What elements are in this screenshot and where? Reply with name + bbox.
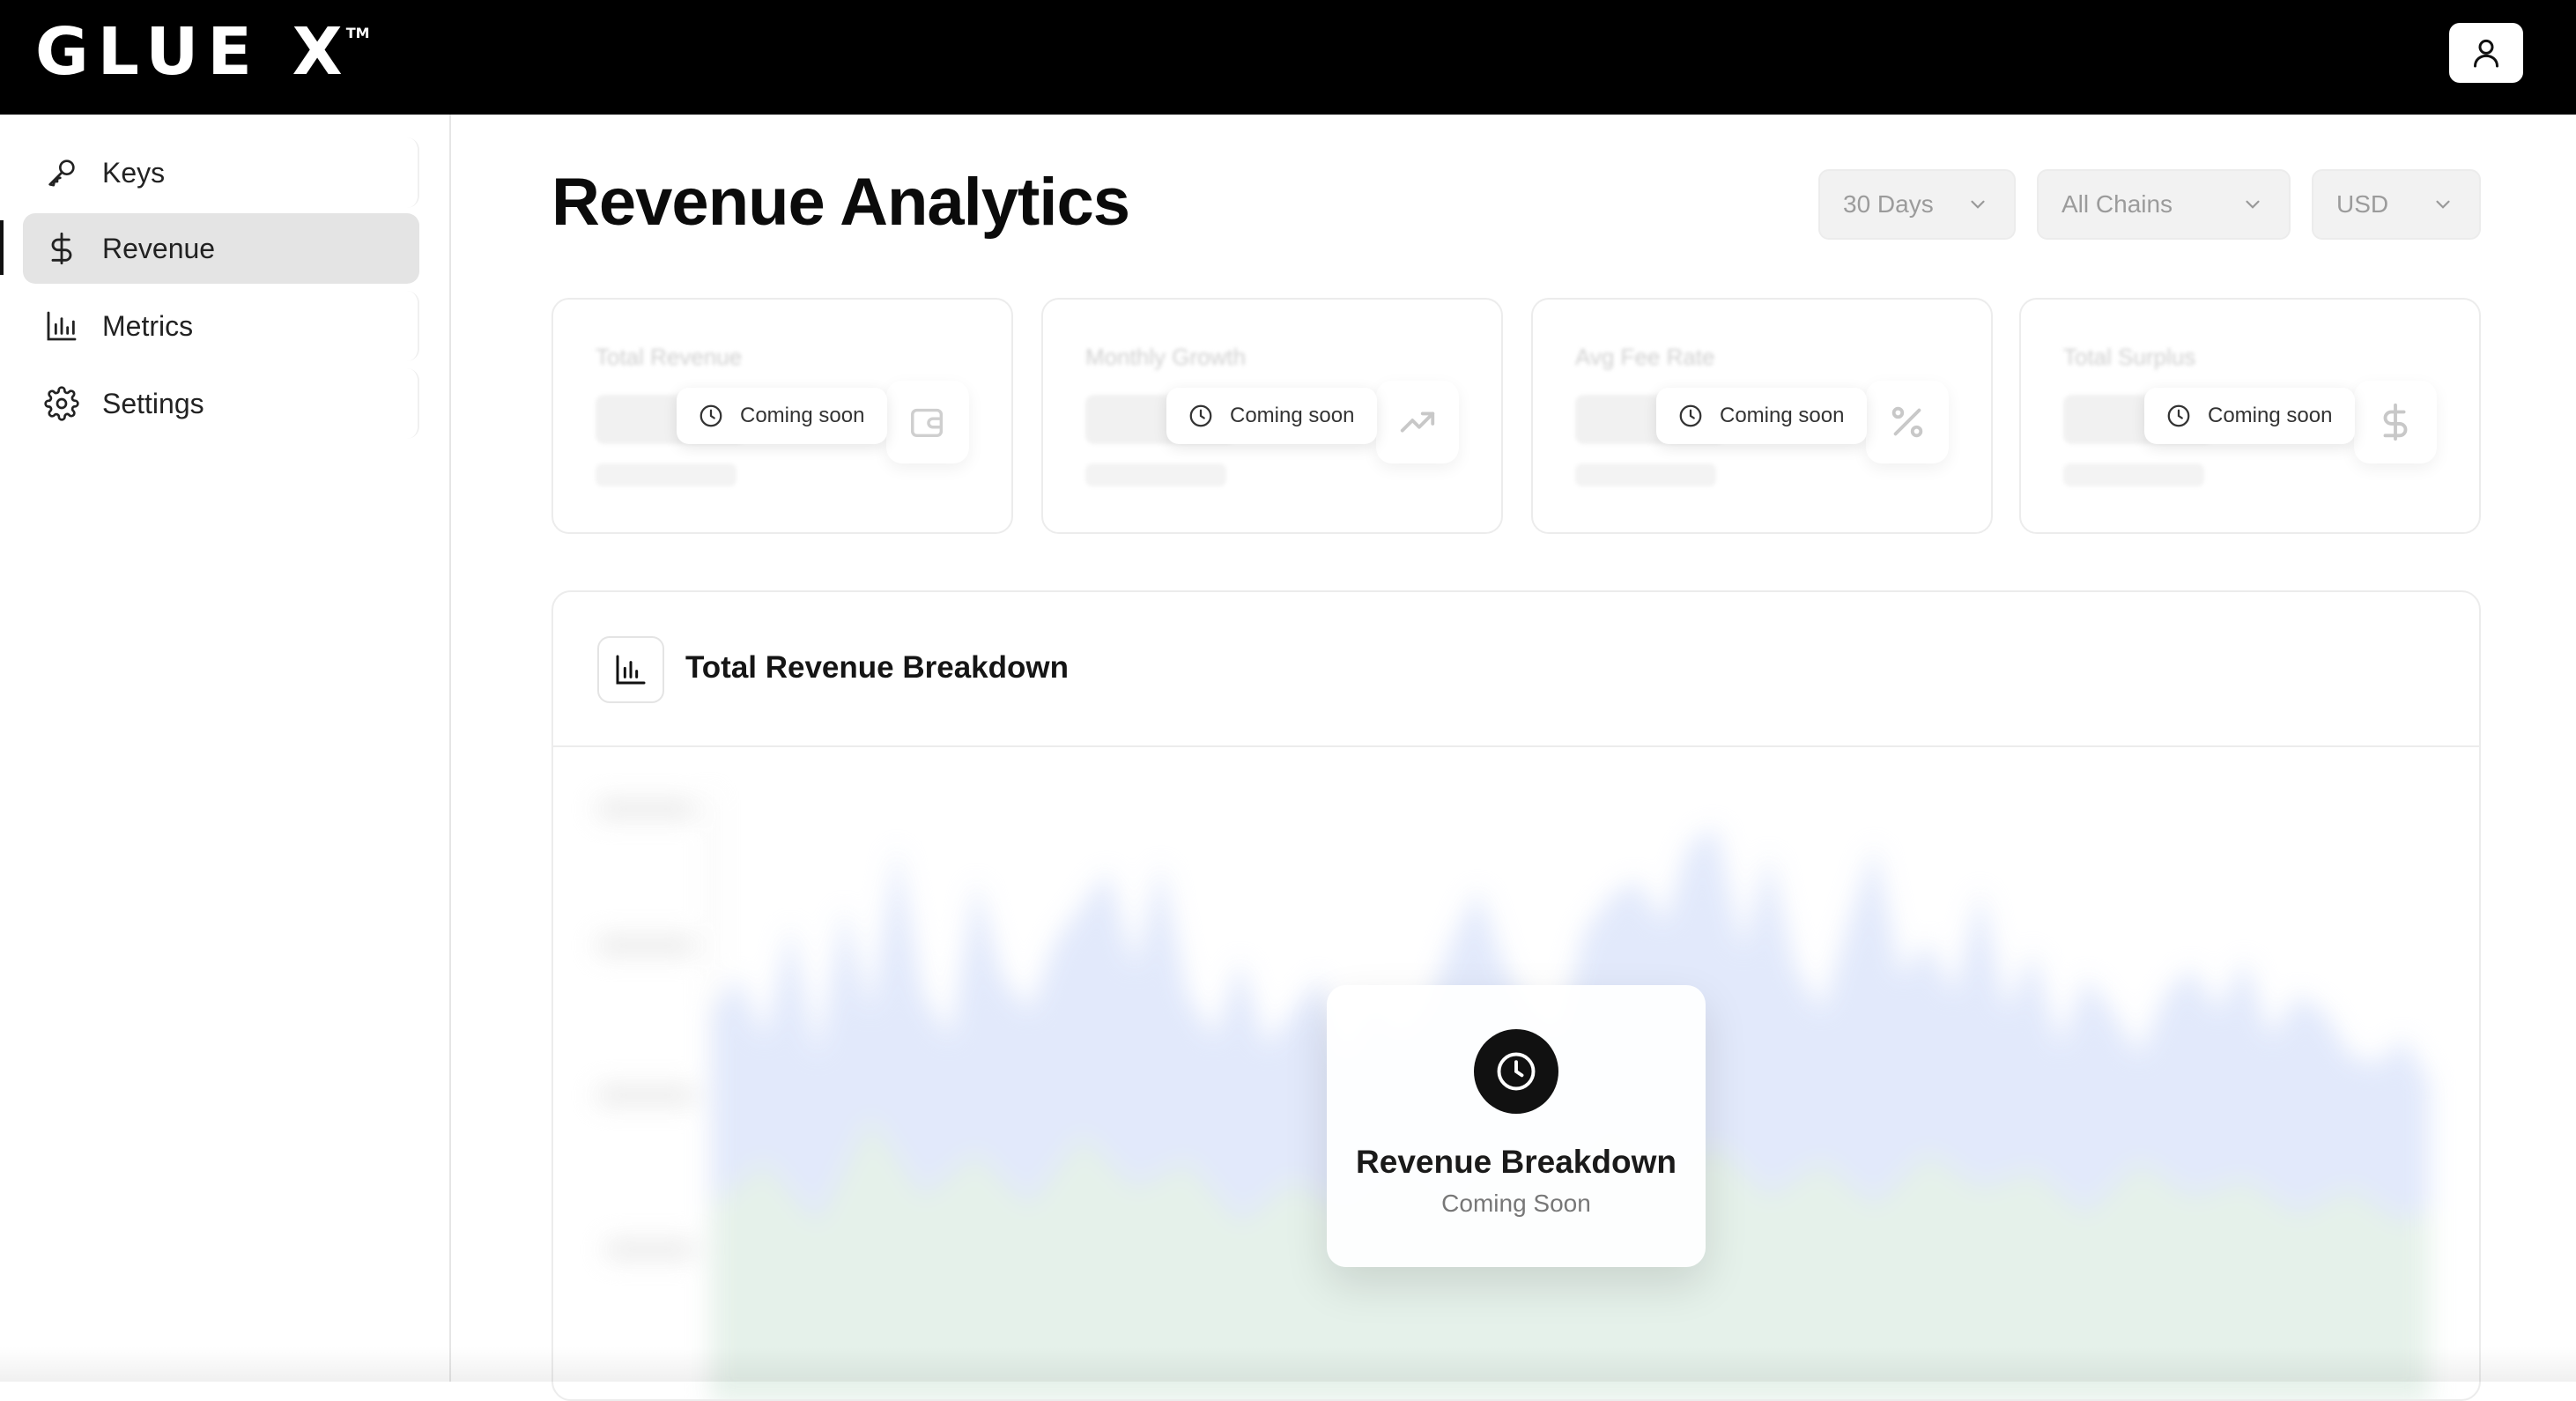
stat-label: Avg Fee Rate bbox=[1575, 344, 1715, 370]
coming-soon-text: Coming soon bbox=[1230, 404, 1355, 427]
percent-icon bbox=[1866, 381, 1949, 463]
stat-card-total-revenue: Total Revenue Coming soon bbox=[551, 298, 1013, 534]
logo-trademark: TM bbox=[345, 25, 370, 41]
bar-chart-icon bbox=[42, 307, 81, 345]
sidebar-item-keys[interactable]: Keys bbox=[23, 137, 419, 208]
stat-sub-skeleton bbox=[2063, 463, 2204, 486]
overlay-subtitle: Coming Soon bbox=[1441, 1190, 1591, 1217]
sidebar-item-label: Settings bbox=[102, 387, 204, 419]
coming-soon-text: Coming soon bbox=[740, 404, 865, 427]
coming-soon-badge: Coming soon bbox=[2144, 388, 2356, 444]
gear-icon bbox=[42, 384, 81, 423]
sidebar: Keys Revenue Metrics Settings bbox=[0, 115, 451, 1382]
overlay-title: Revenue Breakdown bbox=[1356, 1144, 1677, 1180]
clock-icon bbox=[700, 404, 722, 427]
coming-soon-badge: Coming soon bbox=[677, 388, 888, 444]
stat-card-monthly-growth: Monthly Growth Coming soon bbox=[1041, 298, 1503, 534]
stat-card-avg-fee-rate: Avg Fee Rate Coming soon bbox=[1531, 298, 1993, 534]
coming-soon-badge: Coming soon bbox=[1656, 388, 1868, 444]
currency-select-value: USD bbox=[2336, 190, 2389, 218]
chain-select[interactable]: All Chains bbox=[2037, 169, 2291, 240]
page-title: Revenue Analytics bbox=[551, 165, 1130, 240]
coming-soon-badge: Coming soon bbox=[1166, 388, 1378, 444]
clock-icon bbox=[1474, 1029, 1558, 1114]
stat-label: Total Revenue bbox=[596, 344, 743, 370]
key-icon bbox=[42, 153, 81, 192]
chevron-down-icon bbox=[2436, 200, 2450, 209]
clock-icon bbox=[1679, 404, 1702, 427]
clock-icon bbox=[1189, 404, 1212, 427]
stat-sub-skeleton bbox=[1575, 463, 1716, 486]
user-icon bbox=[2474, 39, 2498, 68]
coming-soon-overlay: Revenue Breakdown Coming Soon bbox=[1327, 985, 1706, 1267]
dollar-icon bbox=[42, 229, 81, 268]
panel-header: Total Revenue Breakdown bbox=[553, 592, 2479, 747]
sidebar-item-metrics[interactable]: Metrics bbox=[23, 291, 419, 361]
logo[interactable]: GLUE X TM bbox=[35, 14, 370, 90]
currency-select[interactable]: USD bbox=[2312, 169, 2481, 240]
stat-sub-skeleton bbox=[1085, 463, 1226, 486]
dollar-icon bbox=[2354, 381, 2437, 463]
chain-select-value: All Chains bbox=[2062, 190, 2173, 218]
logo-text: GLUE X bbox=[35, 14, 352, 90]
stat-sub-skeleton bbox=[596, 463, 737, 486]
bottom-shadow bbox=[0, 1346, 2576, 1382]
period-select[interactable]: 30 Days bbox=[1818, 169, 2016, 240]
user-menu-button[interactable] bbox=[2449, 23, 2523, 83]
sidebar-item-settings[interactable]: Settings bbox=[23, 368, 419, 439]
clock-icon bbox=[2167, 404, 2190, 427]
wallet-icon bbox=[886, 381, 969, 463]
trending-up-icon bbox=[1376, 381, 1459, 463]
sidebar-item-label: Revenue bbox=[102, 232, 216, 264]
stat-label: Total Surplus bbox=[2063, 344, 2196, 370]
stat-label: Monthly Growth bbox=[1085, 344, 1247, 370]
active-nav-indicator bbox=[0, 220, 4, 275]
coming-soon-text: Coming soon bbox=[2208, 404, 2333, 427]
chevron-down-icon bbox=[1971, 200, 1985, 209]
coming-soon-text: Coming soon bbox=[1720, 404, 1845, 427]
stat-card-total-surplus: Total Surplus Coming soon bbox=[2019, 298, 2481, 534]
period-select-value: 30 Days bbox=[1843, 190, 1934, 218]
bar-chart-icon bbox=[597, 636, 664, 703]
sidebar-item-revenue[interactable]: Revenue bbox=[23, 213, 419, 284]
sidebar-item-label: Metrics bbox=[102, 309, 194, 342]
top-bar: GLUE X TM bbox=[0, 0, 2576, 115]
sidebar-item-label: Keys bbox=[102, 156, 166, 189]
chevron-down-icon bbox=[2246, 200, 2260, 209]
panel-title: Total Revenue Breakdown bbox=[685, 650, 1070, 685]
